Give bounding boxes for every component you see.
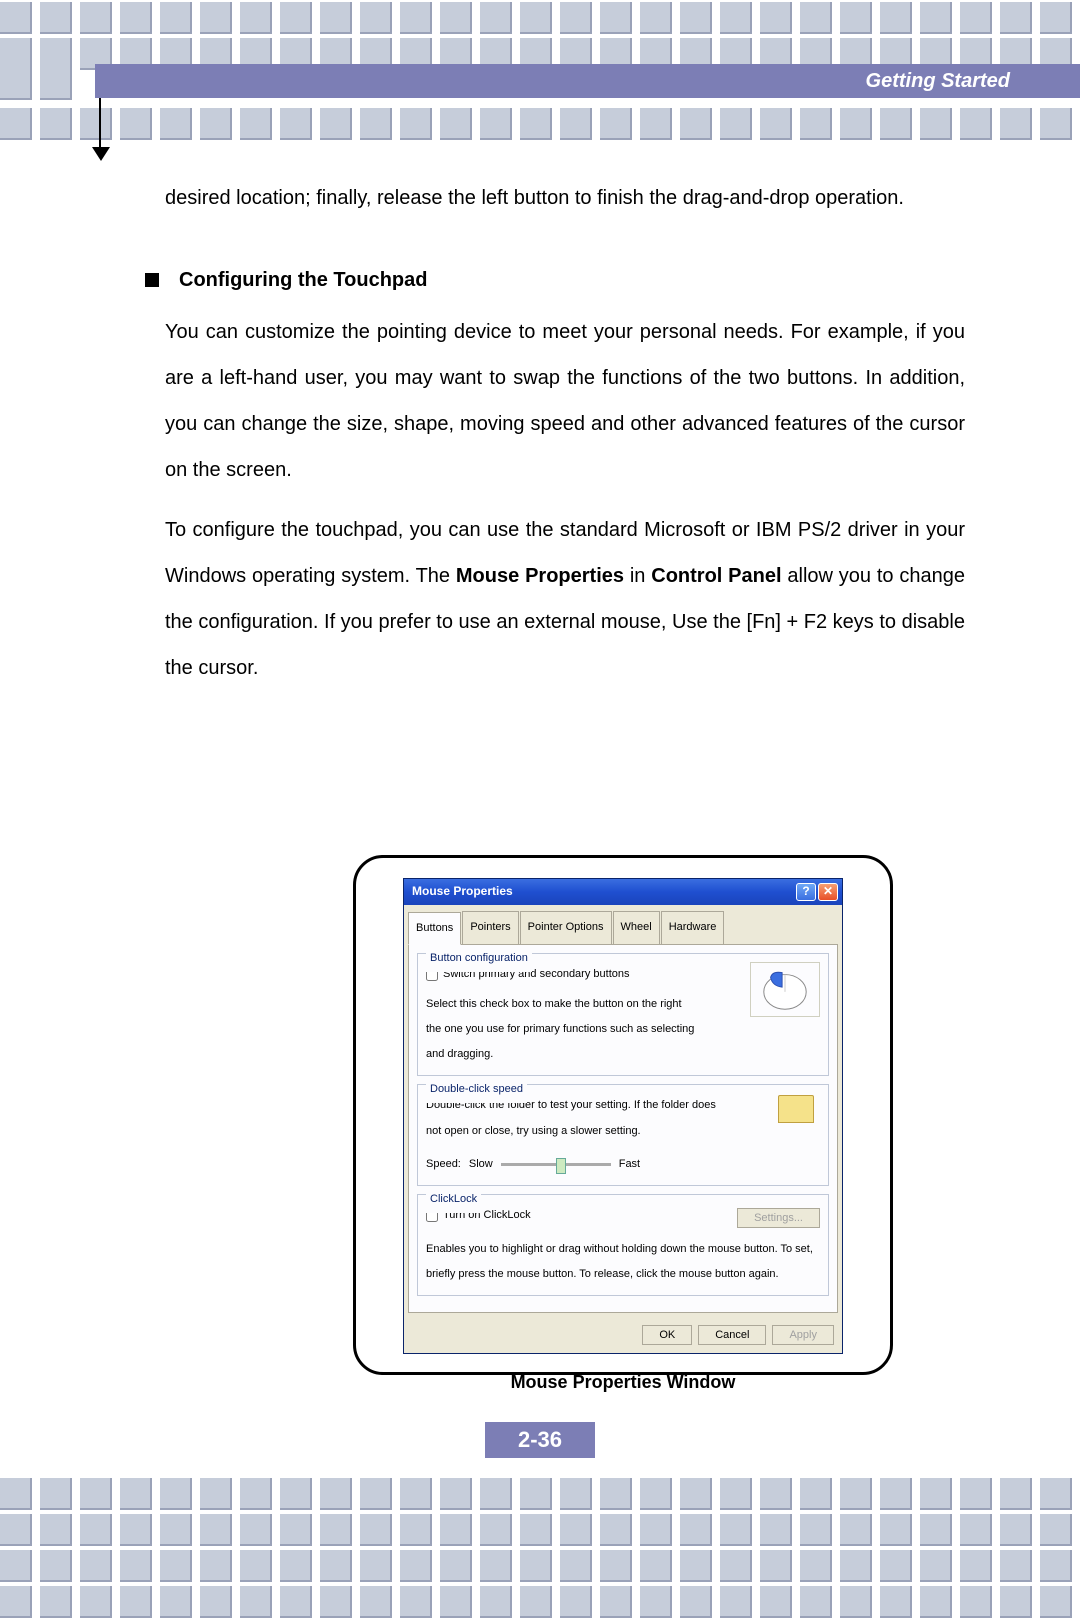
group1-title: Button configuration (426, 946, 532, 971)
close-button[interactable]: ✕ (818, 883, 838, 901)
square-bullet-icon (145, 273, 159, 287)
slow-label: Slow (469, 1152, 493, 1177)
paragraph-3: To configure the touchpad, you can use t… (165, 507, 965, 691)
mouse-properties-dialog: Mouse Properties ? ✕ Buttons Pointers Po… (403, 878, 843, 1354)
double-click-group: Double-click speed Double-click the fold… (417, 1084, 829, 1186)
slider-thumb[interactable] (556, 1158, 566, 1174)
group1-desc: Select this check box to make the button… (426, 992, 696, 1068)
tab-pointer-options[interactable]: Pointer Options (520, 911, 612, 944)
figure-box: Mouse Properties ? ✕ Buttons Pointers Po… (353, 855, 893, 1375)
ok-button[interactable]: OK (642, 1325, 692, 1345)
dialog-tabs: Buttons Pointers Pointer Options Wheel H… (404, 905, 842, 944)
speed-slider-row: Speed: Slow Fast (426, 1152, 820, 1177)
clicklock-group: ClickLock Turn on ClickLock Settings... … (417, 1194, 829, 1296)
group3-title: ClickLock (426, 1187, 481, 1212)
titlebar-buttons: ? ✕ (796, 883, 838, 901)
arrow-line (99, 98, 101, 148)
body-content: desired location; finally, release the l… (165, 175, 965, 705)
page-number: 2-36 (485, 1422, 595, 1458)
help-button[interactable]: ? (796, 883, 816, 901)
group2-title: Double-click speed (426, 1077, 527, 1102)
figure-caption: Mouse Properties Window (511, 1362, 736, 1403)
tab-wheel[interactable]: Wheel (613, 911, 660, 944)
cancel-button[interactable]: Cancel (698, 1325, 766, 1345)
dialog-body: Button configuration Switch primary and … (408, 944, 838, 1313)
dialog-title: Mouse Properties (412, 878, 513, 906)
dialog-footer: OK Cancel Apply (404, 1317, 842, 1353)
apply-button[interactable]: Apply (772, 1325, 834, 1345)
bullet-title: Configuring the Touchpad (179, 257, 427, 303)
clicklock-settings-button[interactable]: Settings... (737, 1208, 820, 1228)
paragraph-1: desired location; finally, release the l… (165, 175, 965, 221)
mouse-illustration-icon (750, 962, 820, 1017)
arrow-head-icon (92, 147, 110, 161)
speed-label: Speed: (426, 1152, 461, 1177)
tab-hardware[interactable]: Hardware (661, 911, 725, 944)
folder-test-icon[interactable] (778, 1095, 814, 1123)
header-title: Getting Started (866, 70, 1010, 93)
group3-desc: Enables you to highlight or drag without… (426, 1237, 820, 1288)
bullet-heading-row: Configuring the Touchpad (145, 257, 965, 303)
dialog-titlebar: Mouse Properties ? ✕ (404, 879, 842, 905)
header-bar: Getting Started (95, 64, 1080, 98)
paragraph-2: You can customize the pointing device to… (165, 309, 965, 493)
speed-slider[interactable] (501, 1163, 611, 1166)
fast-label: Fast (619, 1152, 640, 1177)
button-config-group: Button configuration Switch primary and … (417, 953, 829, 1076)
tab-buttons[interactable]: Buttons (408, 912, 461, 945)
tab-pointers[interactable]: Pointers (462, 911, 518, 944)
